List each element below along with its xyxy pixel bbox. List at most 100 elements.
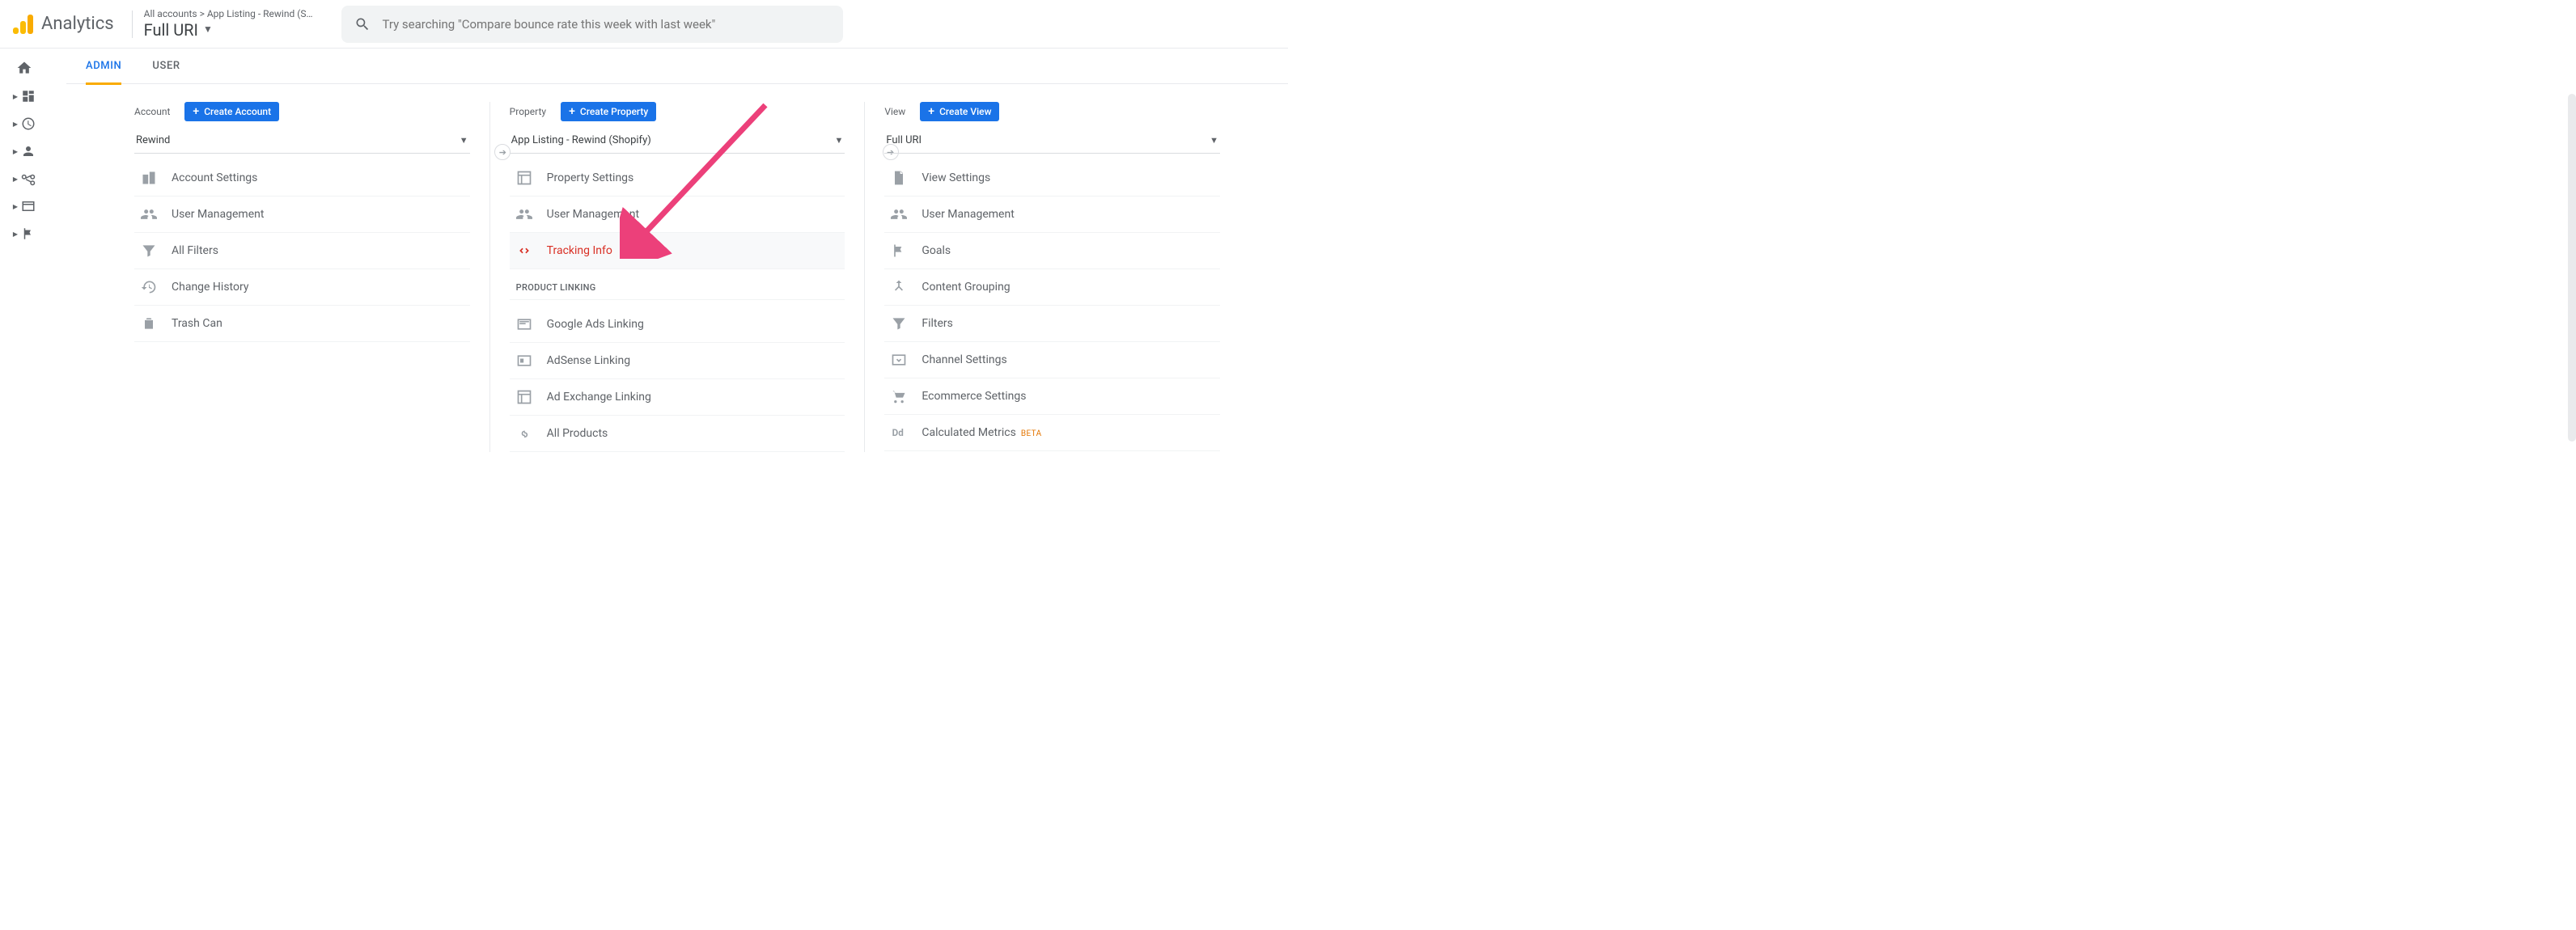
flag-icon <box>21 226 36 241</box>
ads-icon <box>516 316 532 332</box>
create-account-button[interactable]: + Create Account <box>184 102 279 121</box>
view-item-content-grouping[interactable]: Content Grouping <box>884 269 1220 306</box>
flag-icon <box>891 243 907 259</box>
create-account-label: Create Account <box>204 106 271 117</box>
account-item-users[interactable]: User Management <box>134 197 470 233</box>
expand-icon: ▶ <box>13 93 18 100</box>
list-item-label: Property Settings <box>547 171 634 184</box>
view-item-filters[interactable]: Filters <box>884 306 1220 342</box>
list-item-label: All Products <box>547 427 608 440</box>
property-item-ad-exchange[interactable]: Ad Exchange Linking <box>510 379 845 416</box>
view-column: View + Create View Full URI ▼ View Setti… <box>864 102 1239 452</box>
view-item-ecommerce[interactable]: Ecommerce Settings <box>884 378 1220 415</box>
rail-home[interactable] <box>8 60 40 76</box>
search-input[interactable]: Try searching "Compare bounce rate this … <box>341 6 843 43</box>
list-item-label: All Filters <box>172 244 218 257</box>
list-item-label: User Management <box>547 208 639 221</box>
people-icon <box>141 206 157 222</box>
create-view-button[interactable]: + Create View <box>920 102 999 121</box>
property-item-settings[interactable]: Property Settings <box>510 160 845 197</box>
create-property-button[interactable]: + Create Property <box>561 102 656 121</box>
chevron-down-icon: ▼ <box>460 135 468 146</box>
view-item-goals[interactable]: Goals <box>884 233 1220 269</box>
cart-icon <box>891 388 907 404</box>
rail-realtime[interactable]: ▶ <box>8 116 40 131</box>
account-column: Account + Create Account Rewind ▼ Accoun… <box>115 102 489 452</box>
account-picker[interactable]: All accounts > App Listing - Rewind (S… … <box>144 8 313 39</box>
admin-tabs: ADMIN USER <box>66 49 1288 84</box>
list-item-label: Ecommerce Settings <box>922 390 1026 403</box>
view-item-calculated-metrics[interactable]: Dd Calculated MetricsBETA <box>884 415 1220 451</box>
account-item-trash[interactable]: Trash Can <box>134 306 470 342</box>
account-label: Account <box>134 106 170 117</box>
product-linking-header: PRODUCT LINKING <box>510 269 845 300</box>
expand-icon: ▶ <box>13 148 18 155</box>
link-icon <box>516 425 532 442</box>
plus-icon: + <box>928 106 934 117</box>
breadcrumb-current: Full URI <box>144 20 198 40</box>
property-item-users[interactable]: User Management <box>510 197 845 233</box>
list-item-label: Goals <box>922 244 951 257</box>
account-picker-dropdown[interactable]: Rewind ▼ <box>134 129 470 154</box>
code-icon <box>516 243 532 259</box>
view-picker-dropdown[interactable]: Full URI ▼ <box>884 129 1220 154</box>
dashboard-icon <box>21 89 36 104</box>
dd-icon: Dd <box>891 425 907 441</box>
topbar: Analytics All accounts > App Listing - R… <box>0 0 1288 49</box>
account-item-settings[interactable]: Account Settings <box>134 160 470 197</box>
ga-logo[interactable]: Analytics <box>13 14 114 34</box>
tab-user[interactable]: USER <box>152 49 180 84</box>
admin-columns: ➔ ➔ Account + Create Account Rewind ▼ Ac… <box>66 84 1288 484</box>
create-view-label: Create View <box>939 106 991 117</box>
rail-behavior[interactable]: ▶ <box>8 199 40 213</box>
property-item-adsense[interactable]: AdSense Linking <box>510 343 845 379</box>
property-picker-dropdown[interactable]: App Listing - Rewind (Shopify) ▼ <box>510 129 845 154</box>
create-property-label: Create Property <box>580 106 648 117</box>
expand-icon: ▶ <box>13 175 18 183</box>
property-item-tracking-info[interactable]: Tracking Info <box>510 233 845 269</box>
list-item-label: Channel Settings <box>922 353 1006 366</box>
rail-acquisition[interactable]: ▶ <box>8 171 40 186</box>
ga-logo-icon <box>13 15 33 34</box>
view-item-channel[interactable]: Channel Settings <box>884 342 1220 378</box>
list-item-label: Trash Can <box>172 317 222 330</box>
list-item-label: Change History <box>172 281 248 294</box>
people-icon <box>891 206 907 222</box>
share-icon <box>21 171 36 186</box>
account-selected: Rewind <box>136 134 170 146</box>
account-item-filters[interactable]: All Filters <box>134 233 470 269</box>
list-item-label: User Management <box>172 208 264 221</box>
list-item-label: View Settings <box>922 171 990 184</box>
scrollbar[interactable] <box>2568 94 2576 442</box>
chevron-down-icon: ▼ <box>834 135 843 146</box>
list-item-label: Filters <box>922 317 953 330</box>
view-item-settings[interactable]: View Settings <box>884 160 1220 197</box>
merge-icon <box>891 279 907 295</box>
trash-icon <box>141 315 157 332</box>
person-icon <box>21 144 36 159</box>
list-item-label: Ad Exchange Linking <box>547 391 651 404</box>
file-icon <box>891 170 907 186</box>
layout-icon <box>516 170 532 186</box>
rail-audience[interactable]: ▶ <box>8 144 40 159</box>
sidebar-rail: ▶ ▶ ▶ ▶ ▶ ▶ <box>0 49 49 241</box>
home-icon <box>16 60 32 76</box>
rail-conversions[interactable]: ▶ <box>8 226 40 241</box>
chevron-down-icon: ▼ <box>203 23 213 35</box>
rail-customization[interactable]: ▶ <box>8 89 40 104</box>
view-item-users[interactable]: User Management <box>884 197 1220 233</box>
calc-metrics-label: Calculated Metrics <box>922 426 1016 439</box>
list-item-label: Content Grouping <box>922 281 1010 294</box>
expand-icon: ▶ <box>13 230 18 238</box>
account-item-history[interactable]: Change History <box>134 269 470 306</box>
property-item-all-products[interactable]: All Products <box>510 416 845 452</box>
svg-text:Dd: Dd <box>892 427 904 438</box>
plus-icon: + <box>569 106 575 117</box>
search-placeholder: Try searching "Compare bounce rate this … <box>382 17 715 32</box>
search-icon <box>354 16 371 32</box>
tab-admin[interactable]: ADMIN <box>86 49 121 84</box>
property-item-google-ads[interactable]: Google Ads Linking <box>510 306 845 343</box>
property-selected: App Listing - Rewind (Shopify) <box>511 134 651 146</box>
expand-icon: ▶ <box>13 203 18 210</box>
window-icon <box>21 199 36 213</box>
